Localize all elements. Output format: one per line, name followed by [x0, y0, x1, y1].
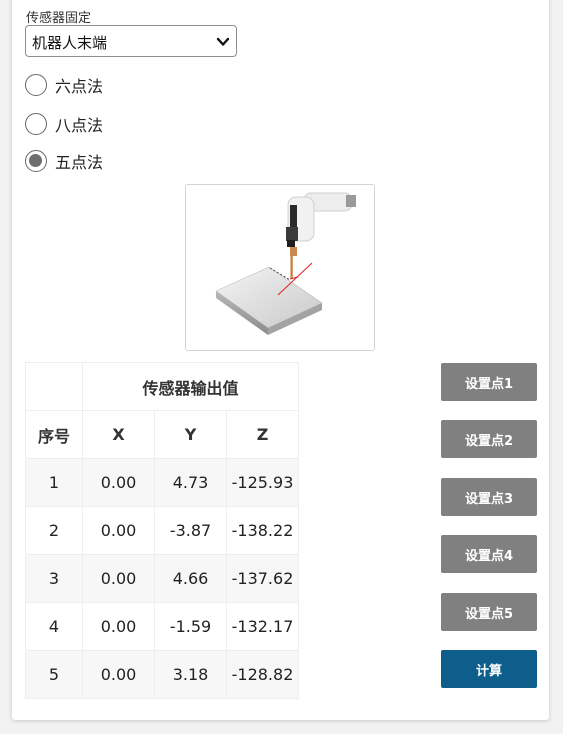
cell-x: 0.00 [82, 602, 155, 651]
sensor-fixed-select[interactable]: 机器人末端 [25, 25, 237, 57]
cell-x: 0.00 [82, 506, 155, 555]
cell-index: 4 [25, 602, 83, 651]
cell-x: 0.00 [82, 554, 155, 603]
cell-index: 2 [25, 506, 83, 555]
set-point-1-button[interactable]: 设置点1 [441, 363, 537, 401]
radio-eight-point[interactable] [25, 113, 47, 135]
sensor-output-group-header: 传感器输出值 [82, 362, 299, 411]
method-option-five-point[interactable]: 五点法 [25, 149, 103, 173]
method-option-eight-point[interactable]: 八点法 [25, 112, 103, 136]
cell-y: -3.87 [154, 506, 227, 555]
chevron-down-icon [216, 37, 230, 46]
radio-six-point[interactable] [25, 74, 47, 96]
table-row: 4 0.00 -1.59 -132.17 [25, 602, 299, 651]
method-label-five-point: 五点法 [55, 153, 104, 172]
set-point-4-button[interactable]: 设置点4 [441, 535, 537, 573]
method-label-eight-point: 八点法 [55, 116, 104, 135]
method-label-six-point: 六点法 [55, 77, 104, 96]
cell-y: 4.66 [154, 554, 227, 603]
cell-x: 0.00 [82, 650, 155, 699]
cell-x: 0.00 [82, 458, 155, 507]
radio-five-point[interactable] [25, 150, 47, 172]
calculate-button[interactable]: 计算 [441, 650, 537, 688]
set-point-3-button[interactable]: 设置点3 [441, 478, 537, 516]
table-row: 2 0.00 -3.87 -138.22 [25, 506, 299, 555]
column-header-index: 序号 [25, 410, 83, 459]
column-header-x: X [82, 410, 155, 459]
cell-z: -132.17 [226, 602, 299, 651]
robot-arm-probe-illustration [215, 192, 356, 335]
sensor-fixed-label: 传感器固定 [26, 11, 92, 26]
cell-y: 4.73 [154, 458, 227, 507]
cell-y: 3.18 [154, 650, 227, 699]
column-header-z: Z [226, 410, 299, 459]
cell-index: 5 [25, 650, 83, 699]
cell-index: 3 [25, 554, 83, 603]
table-corner-cell [25, 362, 83, 411]
cell-z: -125.93 [226, 458, 299, 507]
cell-z: -128.82 [226, 650, 299, 699]
table-row: 1 0.00 4.73 -125.93 [25, 458, 299, 507]
set-point-2-button[interactable]: 设置点2 [441, 420, 537, 458]
table-row: 3 0.00 4.66 -137.62 [25, 554, 299, 603]
sensor-output-table: 传感器输出值 序号 X Y Z 1 0.00 4.73 -125.93 2 0.… [25, 362, 299, 699]
calibration-illustration [185, 184, 375, 351]
column-header-y: Y [154, 410, 227, 459]
cell-index: 1 [25, 458, 83, 507]
cell-z: -137.62 [226, 554, 299, 603]
table-row: 5 0.00 3.18 -128.82 [25, 650, 299, 699]
cell-y: -1.59 [154, 602, 227, 651]
method-option-six-point[interactable]: 六点法 [25, 73, 103, 97]
cell-z: -138.22 [226, 506, 299, 555]
sensor-fixed-value: 机器人末端 [32, 34, 108, 52]
set-point-5-button[interactable]: 设置点5 [441, 593, 537, 631]
